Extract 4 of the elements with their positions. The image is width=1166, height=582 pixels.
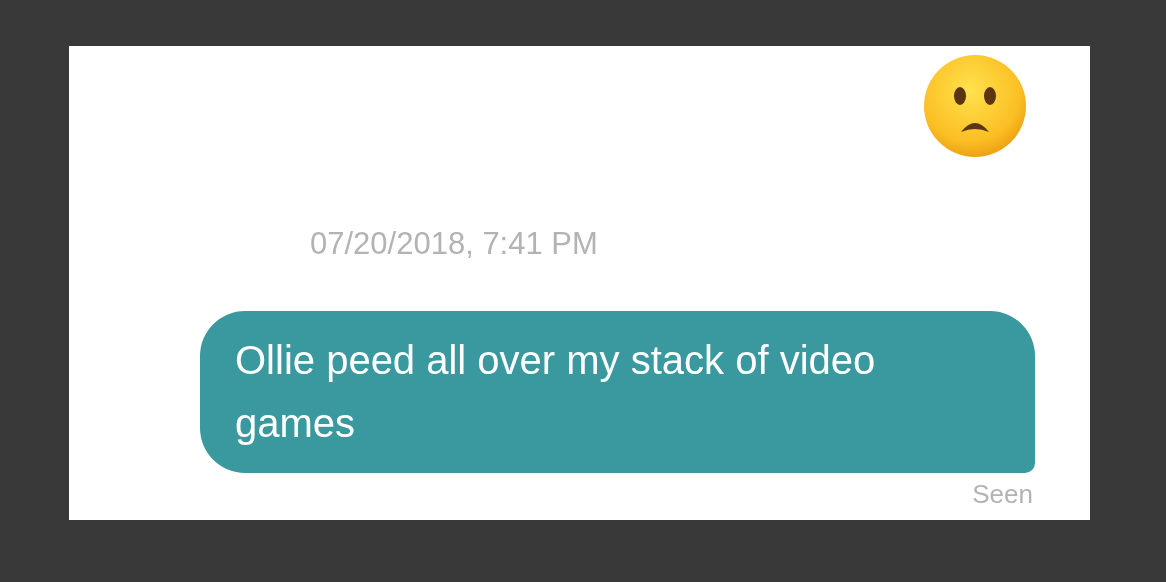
message-timestamp: 07/20/2018, 7:41 PM [310, 226, 598, 261]
message-text: Ollie peed all over my stack of video games [235, 337, 877, 447]
frowning-face-icon [923, 54, 1027, 158]
seen-status: Seen [972, 481, 1033, 507]
